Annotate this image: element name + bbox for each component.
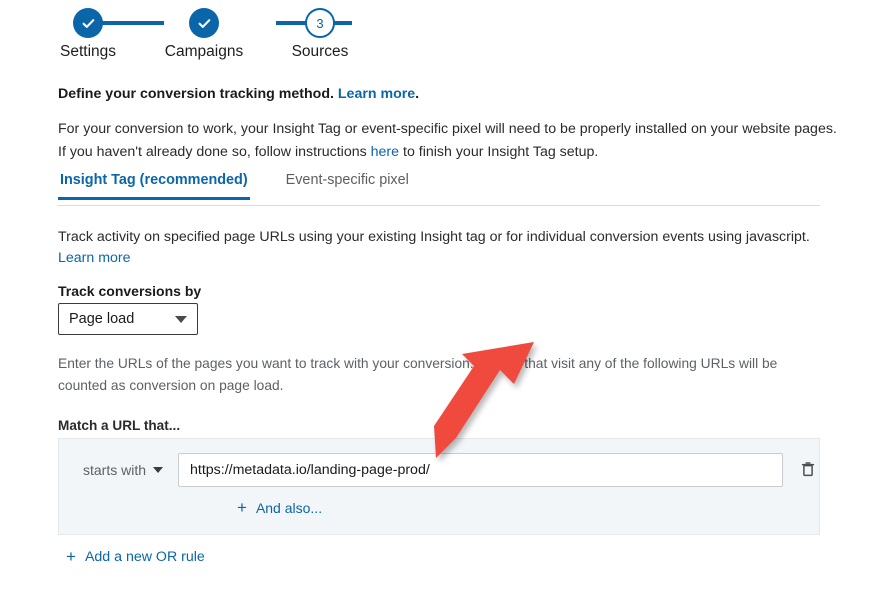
delete-rule-button[interactable] — [797, 458, 819, 482]
step-circle-sources: 3 — [305, 8, 335, 38]
intro-line-1: For your conversion to work, your Insigh… — [58, 121, 837, 137]
progress-stepper: Settings Campaigns 3 Sources — [58, 8, 378, 68]
lead-period: . — [415, 86, 419, 102]
match-type-value: starts with — [83, 462, 146, 478]
tracking-note-text: Track activity on specified page URLs us… — [58, 229, 810, 245]
learn-more-link-top[interactable]: Learn more — [338, 86, 415, 102]
step-circle-settings — [73, 8, 103, 38]
trash-icon — [800, 460, 816, 481]
chevron-down-icon — [153, 467, 163, 473]
learn-more-link-note[interactable]: Learn more — [58, 248, 818, 269]
and-also-button[interactable]: + And also... — [237, 499, 322, 516]
track-conversions-by-label: Track conversions by — [58, 283, 201, 299]
url-rule-group: starts with + And also... — [58, 438, 820, 535]
plus-icon: + — [66, 548, 76, 565]
step-number-sources: 3 — [316, 17, 323, 30]
here-link[interactable]: here — [371, 144, 399, 160]
plus-icon: + — [237, 499, 247, 516]
track-conversions-by-select[interactable]: Page load — [58, 303, 198, 335]
chevron-down-icon — [175, 316, 187, 323]
tracking-method-tabs: Insight Tag (recommended) Event-specific… — [58, 170, 820, 206]
add-or-rule-button[interactable]: + Add a new OR rule — [66, 548, 205, 565]
tab-insight-tag[interactable]: Insight Tag (recommended) — [58, 170, 250, 199]
match-type-select[interactable]: starts with — [83, 462, 163, 478]
stepper-label-campaigns: Campaigns — [165, 43, 243, 62]
add-or-rule-label: Add a new OR rule — [85, 549, 205, 565]
intro-line-2-before: If you haven't already done so, follow i… — [58, 144, 371, 160]
page-title: Define your conversion tracking method. … — [58, 85, 848, 105]
url-helper-text: Enter the URLs of the pages you want to … — [58, 353, 813, 397]
intro-paragraph: For your conversion to work, your Insigh… — [58, 118, 848, 164]
step-circle-campaigns — [189, 8, 219, 38]
stepper-label-sources: Sources — [292, 43, 349, 62]
check-icon — [196, 15, 213, 32]
url-input[interactable] — [178, 453, 783, 487]
and-also-label: And also... — [256, 500, 322, 516]
intro-line-2-after: to finish your Insight Tag setup. — [399, 144, 598, 160]
match-url-label: Match a URL that... — [58, 418, 180, 433]
conversion-tracking-page: Settings Campaigns 3 Sources Define your… — [0, 0, 876, 602]
check-icon — [80, 15, 97, 32]
stepper-label-settings: Settings — [60, 43, 116, 62]
tracking-note: Track activity on specified page URLs us… — [58, 227, 818, 269]
lead-text: Define your conversion tracking method. — [58, 86, 334, 102]
url-rule-row: starts with — [59, 453, 819, 487]
tab-event-specific-pixel[interactable]: Event-specific pixel — [284, 170, 411, 199]
track-conversions-by-value: Page load — [69, 311, 169, 327]
